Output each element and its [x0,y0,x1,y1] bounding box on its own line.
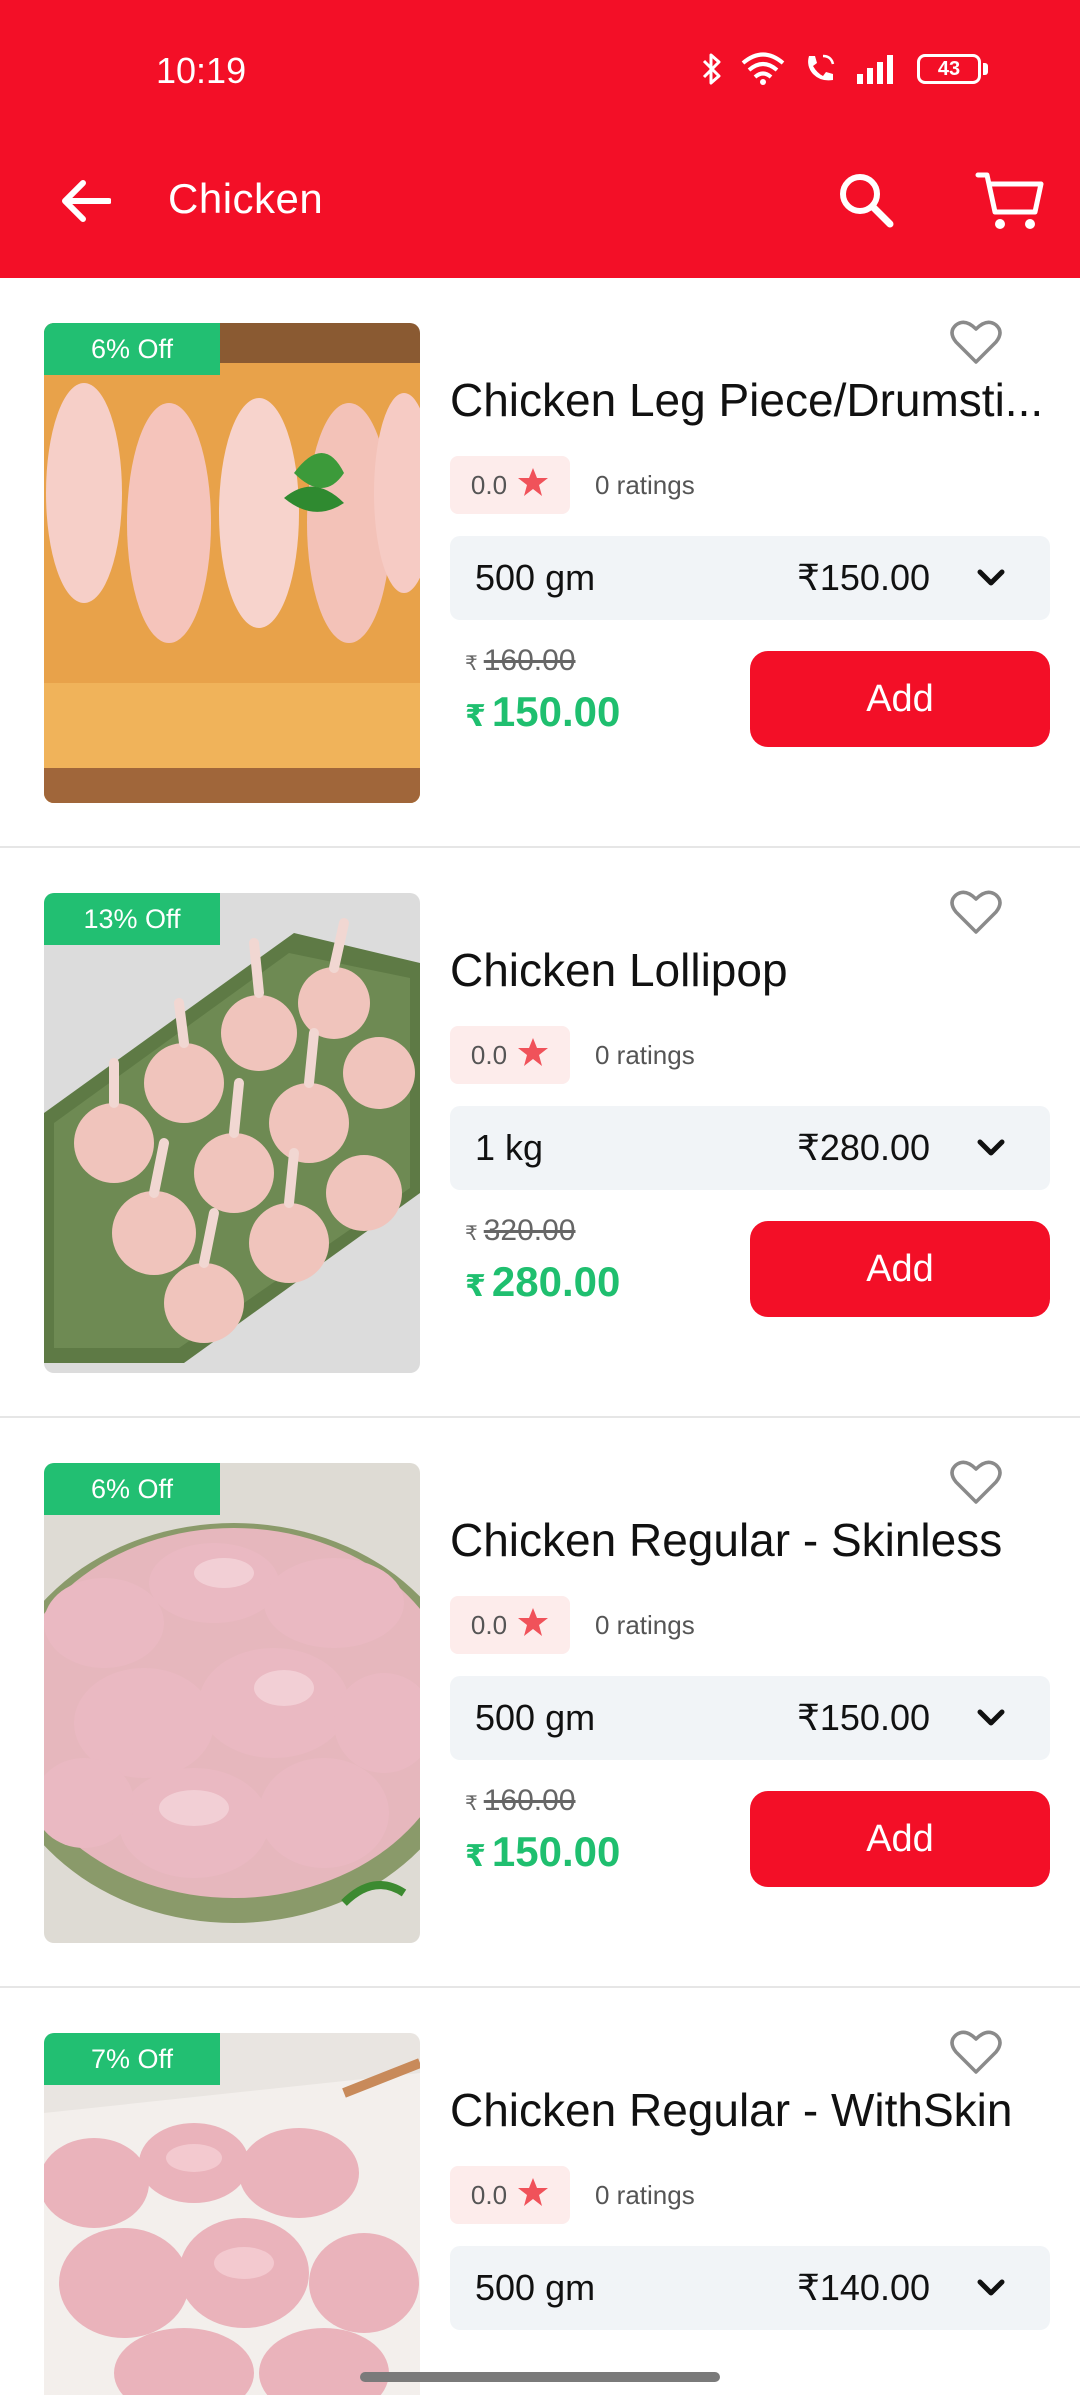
arrow-left-icon [59,179,112,228]
variant-size: 1 kg [475,1127,544,1168]
variant-price: ₹280.00 [796,1127,930,1168]
variant-size: 500 gm [475,1697,596,1738]
product-name[interactable]: Chicken Regular - Skinless [450,1508,1060,1572]
wishlist-button[interactable] [944,312,1008,376]
original-price: ₹160.00 [465,1784,576,1817]
original-price: ₹160.00 [465,644,576,677]
variant-size: 500 gm [475,2267,596,2308]
product-image[interactable] [44,1463,420,1943]
add-to-cart-button[interactable]: Add [750,651,1050,747]
product-image[interactable] [44,893,420,1373]
wifi-icon [741,52,785,86]
ratings-count: 0 ratings [595,2180,695,2210]
product-card[interactable]: 13% Off Chicken Lollipop 0.0 0 ratings 1… [0,848,1080,1418]
add-to-cart-button[interactable]: Add [750,1791,1050,1887]
wishlist-button[interactable] [944,882,1008,946]
wishlist-button[interactable] [944,1452,1008,1516]
cart-button[interactable] [966,160,1054,248]
product-image[interactable] [44,2033,420,2395]
star-icon [517,467,549,504]
discount-badge: 6% Off [44,323,220,375]
rating-badge: 0.0 [450,1596,570,1654]
page-title: Chicken [168,175,324,222]
battery-icon: 43 [917,54,988,84]
wishlist-button[interactable] [944,2022,1008,2086]
product-card[interactable]: 6% Off Chicken Regular - Skinless 0.0 0 … [0,1418,1080,1988]
product-name[interactable]: Chicken Lollipop [450,938,1060,1002]
variant-price: ₹150.00 [796,557,930,598]
discount-badge: 7% Off [44,2033,220,2085]
app-bar: 10:19 43 Chicken [0,0,1080,278]
rating-badge: 0.0 [450,2166,570,2224]
product-name[interactable]: Chicken Leg Piece/Drumsti... [450,368,1060,432]
heart-icon [950,2029,1002,2080]
heart-icon [950,889,1002,940]
wifi-calling-icon [803,52,837,86]
chevron-down-icon [976,2274,1006,2302]
sale-price: ₹150.00 [465,1828,621,1875]
toolbar: Chicken [0,140,1080,278]
original-price: ₹320.00 [465,1214,576,1247]
status-time: 10:19 [156,50,247,91]
ratings-count: 0 ratings [595,1610,695,1640]
product-card[interactable]: 7% Off Chicken Regular - WithSkin 0.0 0 … [0,1988,1080,2400]
status-bar: 10:19 43 [0,0,1080,140]
add-to-cart-button[interactable]: Add [750,1221,1050,1317]
variant-select[interactable]: 500 gm ₹150.00 [450,536,1050,620]
variant-select[interactable]: 500 gm ₹150.00 [450,1676,1050,1760]
rating-value: 0.0 [470,469,508,500]
cart-icon [975,170,1045,239]
star-icon [517,2177,549,2214]
discount-badge: 13% Off [44,893,220,945]
chevron-down-icon [976,564,1006,592]
status-icons: 43 [701,52,988,86]
bluetooth-icon [701,52,723,86]
chevron-down-icon [976,1134,1006,1162]
product-image[interactable] [44,323,420,803]
star-icon [517,1037,549,1074]
rating-badge: 0.0 [450,456,570,514]
rating-value: 0.0 [470,1609,508,1640]
discount-badge: 6% Off [44,1463,220,1515]
variant-select[interactable]: 1 kg ₹280.00 [450,1106,1050,1190]
chevron-down-icon [976,1704,1006,1732]
home-indicator[interactable] [360,2372,720,2382]
ratings-count: 0 ratings [595,470,695,500]
variant-price: ₹140.00 [796,2267,930,2308]
signal-icon [855,52,899,86]
variant-select[interactable]: 500 gm ₹140.00 [450,2246,1050,2330]
heart-icon [950,319,1002,370]
search-icon [837,171,895,234]
sale-price: ₹280.00 [465,1258,621,1305]
search-button[interactable] [826,162,906,242]
rating-badge: 0.0 [450,1026,570,1084]
ratings-count: 0 ratings [595,1040,695,1070]
star-icon [517,1607,549,1644]
sale-price: ₹150.00 [465,688,621,735]
variant-price: ₹150.00 [796,1697,930,1738]
rating-value: 0.0 [470,2179,508,2210]
variant-size: 500 gm [475,557,596,598]
back-button[interactable] [50,168,120,238]
battery-level: 43 [917,54,981,84]
product-card[interactable]: 6% Off Chicken Leg Piece/Drumsti... 0.0 … [0,278,1080,848]
heart-icon [950,1459,1002,1510]
rating-value: 0.0 [470,1039,508,1070]
product-name[interactable]: Chicken Regular - WithSkin [450,2078,1060,2142]
